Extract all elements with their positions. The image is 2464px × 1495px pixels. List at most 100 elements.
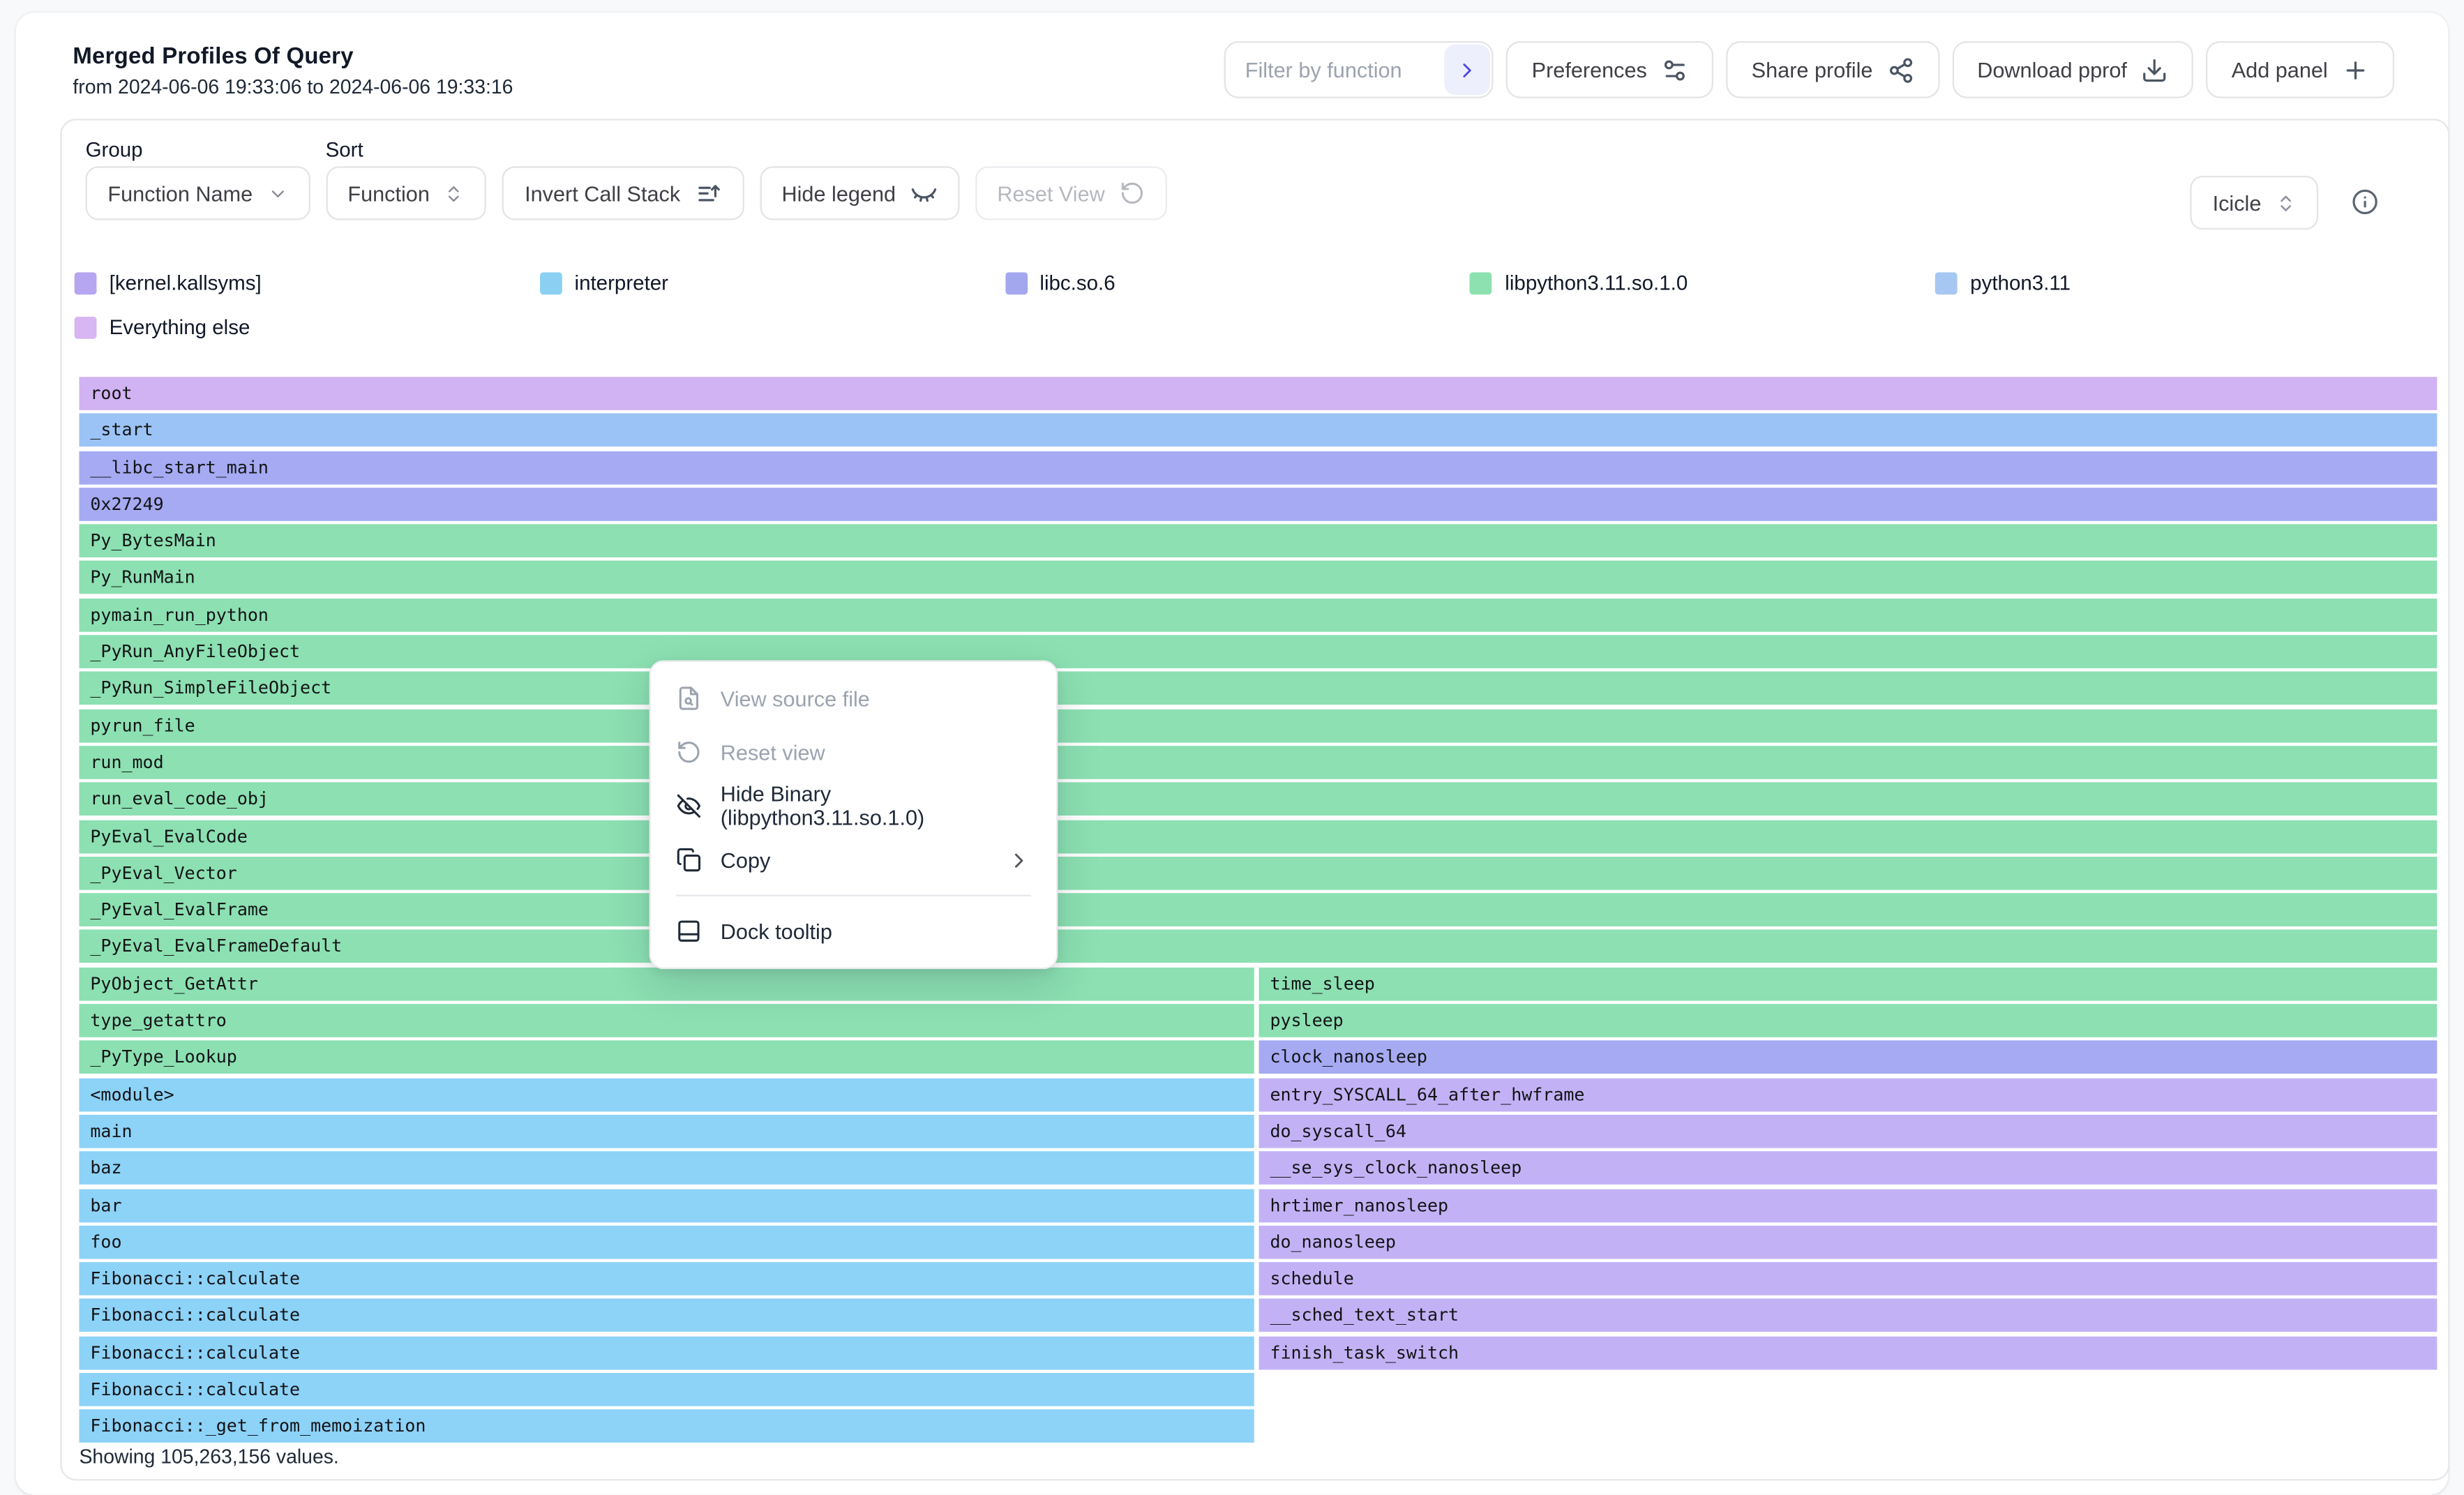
flame-cell[interactable]: pymain_run_python [79, 599, 2437, 632]
flame-cell[interactable]: _start [79, 414, 2437, 447]
profile-card: Merged Profiles Of Query from 2024-06-06… [16, 13, 2449, 1495]
legend-label: Everything else [110, 315, 250, 339]
filter-submit-button[interactable] [1445, 45, 1491, 96]
flame-cell[interactable]: Py_RunMain [79, 562, 2437, 595]
flame-cell[interactable]: Fibonacci::_get_from_memoization [79, 1410, 1254, 1443]
sort-by-value: Function [347, 181, 430, 205]
flame-row: baz__se_sys_clock_nanosleep [79, 1152, 2437, 1185]
legend-label: libpython3.11.so.1.0 [1505, 271, 1688, 294]
button-label: Preferences [1532, 58, 1647, 82]
button-label: Add panel [2232, 58, 2328, 82]
flame-row: _PyEval_EvalFrameDefault [79, 930, 2437, 963]
rotate-ccw-icon [1119, 181, 1144, 206]
legend-item-everything-else[interactable]: Everything else [75, 315, 540, 339]
flame-cell[interactable]: root [79, 377, 2437, 410]
flame-cell[interactable]: baz [79, 1152, 1254, 1185]
flame-row: <module>entry_SYSCALL_64_after_hwframe [79, 1078, 2437, 1111]
menu-item-dock-tooltip[interactable]: Dock tooltip [651, 904, 1056, 958]
flame-row: Fibonacci::calculate [79, 1373, 2437, 1406]
preferences-button[interactable]: Preferences [1506, 41, 1713, 98]
flame-row: foodo_nanosleep [79, 1226, 2437, 1259]
flame-cell[interactable]: Fibonacci::calculate [79, 1336, 1254, 1369]
legend-item--kernel.kallsyms-[interactable]: [kernel.kallsyms] [75, 271, 540, 294]
info-icon[interactable] [2352, 188, 2379, 216]
menu-divider [676, 894, 1030, 896]
flame-cell[interactable]: Fibonacci::calculate [79, 1262, 1254, 1295]
flame-cell[interactable]: _PyRun_AnyFileObject [79, 635, 2437, 668]
flame-cell[interactable]: entry_SYSCALL_64_after_hwframe [1259, 1078, 2437, 1111]
flame-cell[interactable]: run_mod [79, 746, 2437, 779]
flame-cell[interactable]: __se_sys_clock_nanosleep [1259, 1152, 2437, 1185]
add-panel-button[interactable]: Add panel [2206, 41, 2394, 98]
flame-row: _start [79, 414, 2437, 447]
legend-item-interpreter[interactable]: interpreter [540, 271, 1005, 294]
sort-by-select[interactable]: Function [326, 166, 487, 220]
flame-cell[interactable]: _PyType_Lookup [79, 1041, 1254, 1074]
binary-legend: [kernel.kallsyms] interpreter libc.so.6 lib… [75, 271, 2401, 339]
flame-cell[interactable]: finish_task_switch [1259, 1336, 2437, 1369]
flame-cell[interactable]: Fibonacci::calculate [79, 1299, 1254, 1332]
legend-item-libc.so.6[interactable]: libc.so.6 [1005, 271, 1470, 294]
flame-cell[interactable]: foo [79, 1226, 1254, 1259]
flame-cell[interactable]: Fibonacci::calculate [79, 1373, 1254, 1406]
rotate-ccw-icon [676, 739, 701, 765]
flame-cell[interactable]: __sched_text_start [1259, 1299, 2437, 1332]
legend-label: libc.so.6 [1039, 271, 1115, 294]
flame-row: run_eval_code_obj [79, 783, 2437, 816]
legend-item-python3.11[interactable]: python3.11 [1935, 271, 2401, 294]
flame-cell[interactable]: hrtimer_nanosleep [1259, 1189, 2437, 1222]
flame-cell[interactable]: __libc_start_main [79, 451, 2437, 484]
share-profile-button[interactable]: Share profile [1726, 41, 1939, 98]
flame-cell[interactable]: Py_BytesMain [79, 525, 2437, 558]
sliders-icon [1661, 57, 1688, 84]
menu-item-label: View source file [721, 686, 870, 710]
hide-legend-button[interactable]: Hide legend [760, 166, 959, 220]
invert-call-stack-button[interactable]: Invert Call Stack [502, 166, 744, 220]
reset-view-button[interactable]: Reset View [975, 166, 1167, 220]
flame-row: Fibonacci::calculatefinish_task_switch [79, 1336, 2437, 1369]
legend-swatch [540, 271, 562, 294]
flame-cell[interactable]: main [79, 1115, 1254, 1148]
flame-cell[interactable]: time_sleep [1259, 967, 2437, 1000]
group-by-select[interactable]: Function Name [86, 166, 310, 220]
hide-legend-label: Hide legend [781, 181, 896, 205]
flame-cell[interactable]: bar [79, 1189, 1254, 1222]
menu-item-view-source-file: View source file [651, 671, 1056, 725]
flame-row: _PyRun_AnyFileObject [79, 635, 2437, 668]
flame-cell[interactable]: PyEval_EvalCode [79, 820, 2437, 853]
flame-cell[interactable]: <module> [79, 1078, 1254, 1111]
legend-label: [kernel.kallsyms] [110, 271, 262, 294]
flame-cell[interactable]: pysleep [1259, 1004, 2437, 1037]
flame-cell[interactable]: run_eval_code_obj [79, 783, 2437, 816]
view-type-select[interactable]: Icicle [2191, 176, 2318, 230]
flame-cell[interactable]: _PyEval_EvalFrame [79, 894, 2437, 927]
profiler-page: Merged Profiles Of Query from 2024-06-06… [0, 0, 2464, 1469]
time-range: from 2024-06-06 19:33:06 to 2024-06-06 1… [73, 76, 513, 98]
flame-cell[interactable]: PyObject_GetAttr [79, 967, 1254, 1000]
flame-row: PyEval_EvalCode [79, 820, 2437, 853]
menu-item-hide-binary-libpython3-11-so-1-0[interactable]: Hide Binary (libpython3.11.so.1.0) [651, 779, 1056, 833]
flame-cell[interactable]: clock_nanosleep [1259, 1041, 2437, 1074]
legend-swatch [1470, 271, 1492, 294]
flame-cell[interactable]: pyrun_file [79, 709, 2437, 742]
chevron-right-icon [1007, 848, 1031, 872]
button-label: Share profile [1752, 58, 1873, 82]
flame-cell[interactable]: do_nanosleep [1259, 1226, 2437, 1259]
flame-cell[interactable]: _PyEval_Vector [79, 857, 2437, 890]
download-pprof-button[interactable]: Download pprof [1952, 41, 2193, 98]
menu-item-copy[interactable]: Copy [651, 833, 1056, 887]
legend-item-libpython3.11.so.1.0[interactable]: libpython3.11.so.1.0 [1470, 271, 1935, 294]
flame-cell[interactable]: _PyRun_SimpleFileObject [79, 672, 2437, 705]
flame-cell[interactable]: schedule [1259, 1262, 2437, 1295]
flame-cell[interactable]: type_getattro [79, 1004, 1254, 1037]
filter-input[interactable] [1226, 43, 1443, 96]
flame-cell[interactable]: 0x27249 [79, 488, 2437, 521]
chevrons-up-down-icon [444, 183, 465, 204]
flame-cell[interactable]: do_syscall_64 [1259, 1115, 2437, 1148]
flame-row: Py_RunMain [79, 562, 2437, 595]
flamegraph-toolbar: Group Function Name Sort Function Invert… [86, 137, 1167, 220]
file-search-icon [676, 686, 701, 711]
flame-cell[interactable]: _PyEval_EvalFrameDefault [79, 930, 2437, 963]
flame-row: _PyEval_Vector [79, 857, 2437, 890]
flame-row: run_mod [79, 746, 2437, 779]
